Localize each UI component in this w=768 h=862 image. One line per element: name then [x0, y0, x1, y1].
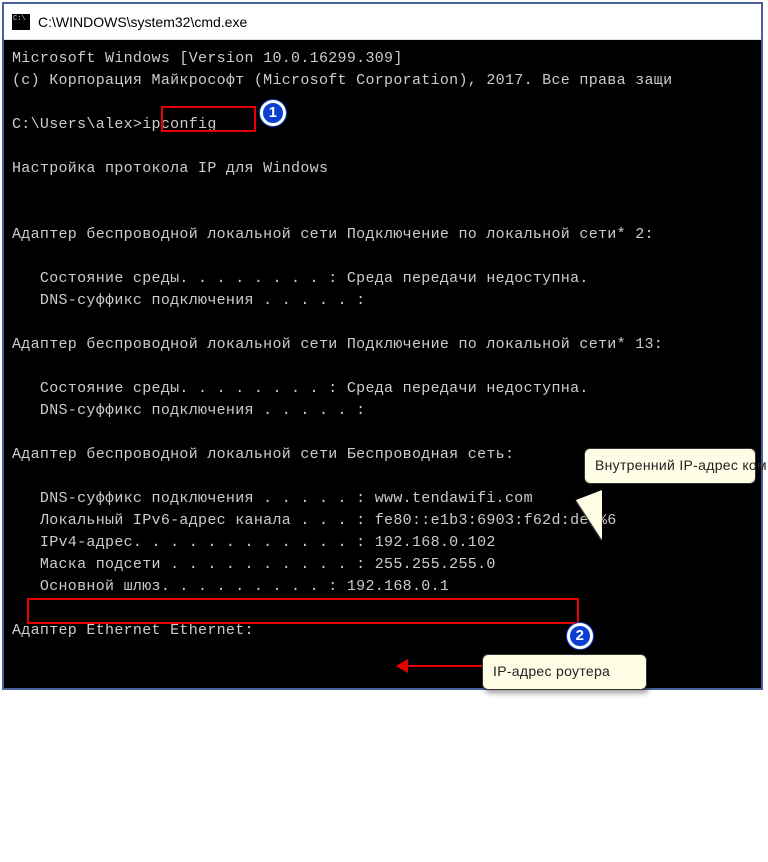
window-title: C:\WINDOWS\system32\cmd.exe [38, 14, 247, 30]
callout-router-ip: IP-адрес роутера [482, 654, 647, 690]
cmd-icon [12, 14, 30, 30]
adapter-1-media-state: Состояние среды. . . . . . . . : Среда п… [12, 270, 589, 287]
adapter-3-gateway: Основной шлюз. . . . . . . . . : 192.168… [12, 578, 449, 595]
callout-internal-ip: Внутренний IP-адрес компьютера [584, 448, 756, 484]
adapter-3-dns-suffix: DNS-суффикс подключения . . . . . : www.… [12, 490, 533, 507]
adapter-3-title: Адаптер беспроводной локальной сети Бесп… [12, 446, 514, 463]
adapter-2-dns-suffix: DNS-суффикс подключения . . . . . : [12, 402, 365, 419]
copyright-line: (c) Корпорация Майкрософт (Microsoft Cor… [12, 72, 672, 89]
section-heading: Настройка протокола IP для Windows [12, 160, 328, 177]
adapter-2-media-state: Состояние среды. . . . . . . . : Среда п… [12, 380, 589, 397]
adapter-3-mask: Маска подсети . . . . . . . . . . : 255.… [12, 556, 496, 573]
highlight-command [161, 106, 256, 132]
highlight-ipv4 [27, 598, 579, 624]
adapter-1-title: Адаптер беспроводной локальной сети Подк… [12, 226, 654, 243]
arrow-line [404, 665, 482, 667]
annotation-badge-2: 2 [567, 623, 593, 649]
annotation-badge-1: 1 [260, 100, 286, 126]
prompt-path: C:\Users\alex> [12, 116, 142, 133]
adapter-2-title: Адаптер беспроводной локальной сети Подк… [12, 336, 663, 353]
version-line: Microsoft Windows [Version 10.0.16299.30… [12, 50, 403, 67]
title-bar[interactable]: C:\WINDOWS\system32\cmd.exe [4, 4, 761, 40]
adapter-4-title: Адаптер Ethernet Ethernet: [12, 622, 254, 639]
adapter-3-ipv6: Локальный IPv6-адрес канала . . . : fe80… [12, 512, 617, 529]
arrow-head-icon [396, 659, 408, 673]
adapter-3-ipv4: IPv4-адрес. . . . . . . . . . . . : 192.… [12, 534, 496, 551]
callout-pointer-1 [576, 490, 602, 540]
terminal-output[interactable]: Microsoft Windows [Version 10.0.16299.30… [4, 40, 761, 688]
adapter-1-dns-suffix: DNS-суффикс подключения . . . . . : [12, 292, 365, 309]
window-frame: C:\WINDOWS\system32\cmd.exe Microsoft Wi… [2, 2, 763, 690]
